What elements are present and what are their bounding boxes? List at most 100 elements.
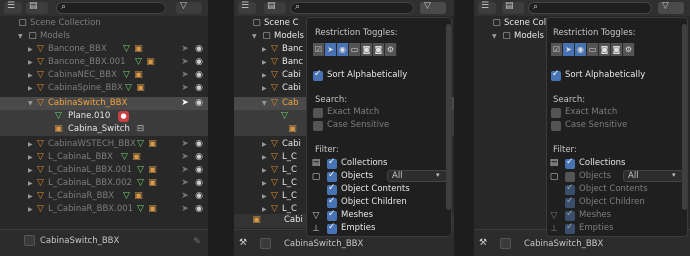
scrollbar[interactable] [446, 24, 451, 210]
selectable-icon[interactable]: ➤ [180, 152, 190, 162]
tree-row[interactable]: ▶ ▽ L_CabinaL_BBX.001 ▽ ▣ ➤ ◉ [0, 164, 208, 177]
expand-toggle-icon[interactable]: ▶ [28, 164, 33, 177]
wrench-icon[interactable]: ⚙ [385, 43, 397, 56]
tool-settings-icon[interactable]: ⚒ [238, 238, 248, 248]
expand-toggle-icon[interactable]: ▶ [262, 138, 267, 151]
meshes-checkbox[interactable] [565, 209, 575, 221]
filter-button[interactable]: ▽ [658, 1, 684, 14]
tree-row[interactable]: ▢ Scene Collection [0, 17, 208, 30]
visibility-eye-icon[interactable]: ◉ [194, 178, 204, 188]
expand-toggle-icon[interactable]: ▶ [262, 177, 267, 190]
meshes-checkbox[interactable] [327, 209, 337, 221]
monitor-icon[interactable]: ▭ [349, 43, 361, 56]
selectable-icon[interactable]: ➤ [180, 57, 190, 67]
selectable-icon[interactable]: ➤ [180, 139, 190, 149]
expand-toggle-icon[interactable]: ▶ [28, 43, 33, 56]
scrollbar[interactable] [682, 24, 687, 210]
tree-row[interactable]: ▽ Plane.010 ● [0, 110, 208, 123]
search-input[interactable]: ⌕ [56, 2, 166, 14]
expand-toggle-icon[interactable]: ▶ [262, 82, 267, 95]
visibility-eye-icon[interactable]: ◉ [194, 44, 204, 54]
expand-toggle-icon[interactable]: ▶ [262, 69, 267, 82]
visibility-eye-icon[interactable]: ◉ [194, 83, 204, 93]
sort-alphabetically-checkbox[interactable] [313, 69, 323, 81]
visibility-eye-icon[interactable]: ◉ [194, 165, 204, 175]
display-mode-button[interactable]: ▤ [264, 1, 286, 14]
selectable-icon[interactable]: ➤ [180, 191, 190, 201]
expand-toggle-icon[interactable]: ▼ [252, 30, 257, 43]
display-mode-button[interactable]: ▤ [502, 1, 524, 14]
selectable-icon[interactable]: ➤ [180, 204, 190, 214]
editor-type-button[interactable]: ☰ [478, 1, 496, 14]
visibility-eye-icon[interactable]: ◉ [194, 139, 204, 149]
expand-toggle-icon[interactable]: ▶ [28, 151, 33, 164]
visibility-eye-icon[interactable]: ◉ [194, 98, 204, 108]
tree-row[interactable]: ▶ ▽ CabinaNEC_BBX ▽ ▣ ➤ ◉ [0, 69, 208, 82]
cursor-icon[interactable]: ➤ [563, 43, 575, 56]
selectable-icon[interactable]: ➤ [180, 44, 190, 54]
checkbox-icon[interactable]: ☑ [551, 43, 563, 56]
camera-icon[interactable]: ◙ [599, 43, 611, 56]
camera-icon[interactable]: ◙ [373, 43, 385, 56]
eye-icon[interactable]: ◉ [337, 43, 349, 56]
expand-toggle-icon[interactable]: ▶ [262, 43, 267, 56]
tree-row-active[interactable]: ▼ ▽ CabinaSwitch_BBX ➤ ◉ [0, 97, 208, 110]
case-sensitive-checkbox[interactable] [551, 121, 561, 131]
wrench-icon[interactable]: ⚙ [623, 43, 635, 56]
visibility-eye-icon[interactable]: ◉ [194, 191, 204, 201]
object-contents-checkbox[interactable] [565, 183, 575, 195]
tree-row[interactable]: ▶ ▽ CabinaWSTECH_BBX ▽ ▣ ➤ ◉ [0, 138, 208, 151]
exact-match-checkbox[interactable] [551, 108, 561, 118]
editor-type-button[interactable]: ☰ [238, 1, 256, 14]
selectable-icon[interactable]: ➤ [180, 165, 190, 175]
object-type-icon[interactable] [260, 238, 271, 249]
expand-toggle-icon[interactable]: ▶ [28, 56, 33, 69]
expand-toggle-icon[interactable]: ▶ [262, 164, 267, 177]
tool-settings-icon[interactable]: ⚒ [478, 238, 488, 248]
cursor-icon[interactable]: ➤ [325, 43, 337, 56]
expand-toggle-icon[interactable]: ▶ [262, 151, 267, 164]
selectable-icon[interactable]: ➤ [180, 70, 190, 80]
expand-toggle-icon[interactable]: ▶ [28, 177, 33, 190]
monitor-icon[interactable]: ▭ [587, 43, 599, 56]
camera-icon[interactable]: ◙ [361, 43, 373, 56]
object-children-checkbox[interactable] [327, 196, 337, 208]
checkbox-icon[interactable]: ☑ [313, 43, 325, 56]
collections-checkbox[interactable] [327, 157, 337, 169]
objects-checkbox[interactable] [327, 170, 337, 182]
pin-icon[interactable]: ✎ [192, 237, 202, 247]
tree-row[interactable]: ▼ ▢ Models [0, 30, 208, 43]
object-contents-checkbox[interactable] [327, 183, 337, 195]
tree-row[interactable]: ▶ ▽ CabinaSpine_BBX ▽ ▣ ➤ ◉ [0, 82, 208, 95]
tree-row[interactable]: ▶ ▽ L_CabinaR_BBX.001 ▽ ▣ ➤ ◉ [0, 203, 208, 216]
camera-icon[interactable]: ◙ [611, 43, 623, 56]
expand-toggle-icon[interactable]: ▶ [262, 56, 267, 69]
visibility-eye-icon[interactable]: ◉ [194, 204, 204, 214]
object-type-icon[interactable] [24, 235, 35, 246]
visibility-eye-icon[interactable]: ◉ [194, 152, 204, 162]
collections-checkbox[interactable] [565, 157, 575, 169]
objects-checkbox[interactable] [565, 172, 575, 182]
tree-row[interactable]: ▣ Cabina_Switch ⊟ [0, 123, 208, 136]
tree-row[interactable]: ▶ ▽ L_CabinaL_BBX ▽ ▣ ➤ ◉ [0, 151, 208, 164]
expand-toggle-icon[interactable]: ▼ [18, 30, 23, 43]
empties-checkbox[interactable] [565, 222, 575, 234]
collapse-toggle-icon[interactable]: ▼ [262, 97, 267, 110]
eye-icon[interactable]: ◉ [575, 43, 587, 56]
expand-toggle-icon[interactable]: ▼ [492, 30, 497, 43]
search-input[interactable]: ⌕ [528, 2, 652, 14]
tree-row[interactable]: ▶ ▽ Bancone_BBX.001 ▽ ▣ ➤ ◉ [0, 56, 208, 69]
visibility-eye-icon[interactable]: ◉ [194, 57, 204, 67]
expand-toggle-icon[interactable]: ▶ [28, 190, 33, 203]
expand-toggle-icon[interactable]: ▶ [262, 190, 267, 203]
object-children-checkbox[interactable] [565, 196, 575, 208]
empties-checkbox[interactable] [327, 222, 337, 234]
expand-toggle-icon[interactable]: ▶ [28, 203, 33, 216]
sort-alphabetically-checkbox[interactable] [551, 69, 561, 81]
tree-row[interactable]: ▶ ▽ L_CabinaR_BBX ▽ ▣ ➤ ◉ [0, 190, 208, 203]
visibility-eye-icon[interactable]: ◉ [194, 70, 204, 80]
tree-row[interactable]: ▶ ▽ L_CabinaL_BBX.002 ▽ ▣ ➤ ◉ [0, 177, 208, 190]
filter-button[interactable]: ▽ [176, 1, 202, 14]
object-type-icon[interactable] [500, 238, 511, 249]
filter-button[interactable]: ▽ [420, 1, 446, 14]
